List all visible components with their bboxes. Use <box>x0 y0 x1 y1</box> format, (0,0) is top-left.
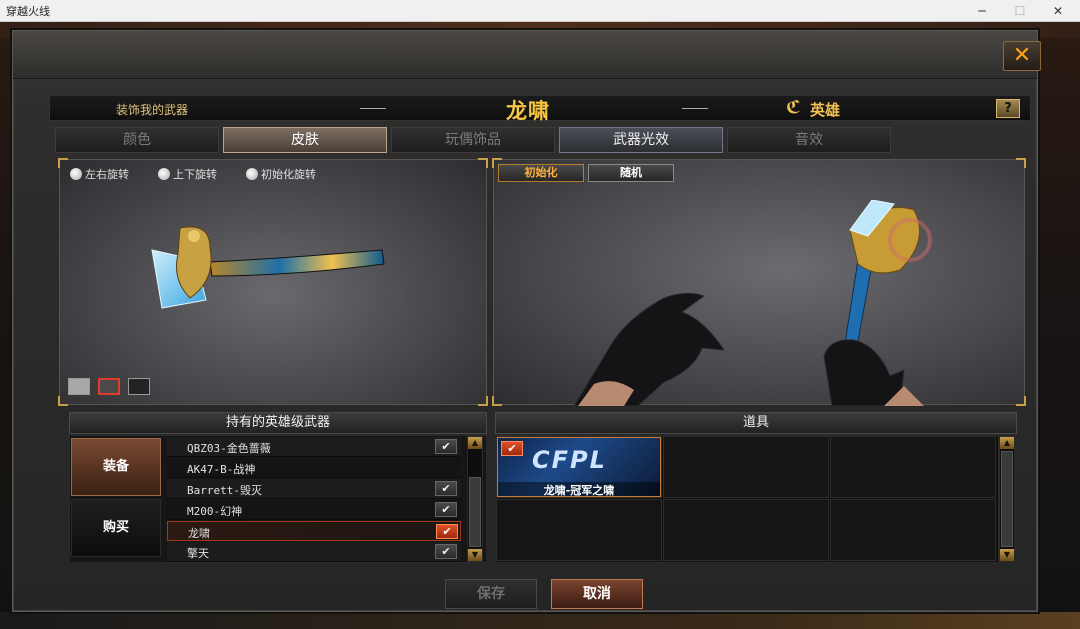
reset-rotation-label: 初始化旋转 <box>261 168 316 181</box>
tab-color[interactable]: 颜色 <box>55 127 219 153</box>
items-header: 道具 <box>495 412 1017 434</box>
cancel-button[interactable]: 取消 <box>551 579 643 609</box>
dialog-top-bar <box>13 31 1037 79</box>
background-footer-strip <box>0 612 1080 629</box>
header-divider <box>682 108 708 109</box>
buy-button[interactable]: 购买 <box>71 499 161 557</box>
weapon-name: 龙啸 <box>188 527 210 540</box>
hero-grade-icon: ℭ <box>786 97 801 118</box>
window-close-button[interactable]: ✕ <box>1038 0 1078 22</box>
owned-weapons-header: 持有的英雄级武器 <box>69 412 487 434</box>
scroll-thumb[interactable] <box>1001 451 1013 547</box>
tab-sound[interactable]: 音效 <box>727 127 891 153</box>
equipped-check-icon[interactable]: ✔ <box>435 439 457 454</box>
random-button[interactable]: 随机 <box>588 164 674 182</box>
equipped-check-icon[interactable]: ✔ <box>435 481 457 496</box>
weapons-scrollbar[interactable]: ▲ ▼ <box>467 436 483 562</box>
item-slot[interactable] <box>496 499 662 561</box>
equip-button[interactable]: 装备 <box>71 438 161 496</box>
item-card[interactable]: CFPL ✔ 龙啸-冠军之啸 <box>497 437 661 497</box>
first-person-preview-panel[interactable]: 初始化 随机 <box>492 158 1026 406</box>
mouse-icon <box>70 168 82 180</box>
scroll-down-icon[interactable]: ▼ <box>468 549 482 561</box>
frame-corner <box>492 396 502 406</box>
frame-corner <box>478 158 488 168</box>
items-scrollbar[interactable]: ▲ ▼ <box>999 436 1015 562</box>
weapon-name-title: 龙啸 <box>506 99 550 123</box>
background-swatch-light[interactable] <box>68 378 90 395</box>
tab-skin[interactable]: 皮肤 <box>223 127 387 153</box>
reset-rotation-control[interactable]: 初始化旋转 <box>246 166 316 182</box>
help-button[interactable]: ? <box>996 99 1020 118</box>
mouse-icon <box>158 168 170 180</box>
weapon-decoration-dialog: ✕ 装饰我的武器 龙啸 ℭ 英雄 ? 颜色 皮肤 玩偶饰品 武器光效 音效 左右… <box>12 30 1041 612</box>
dialog-close-button[interactable]: ✕ <box>1003 41 1041 71</box>
reset-view-button[interactable]: 初始化 <box>498 164 584 182</box>
weapon-name: Barrett-毁灭 <box>187 484 262 497</box>
item-slot[interactable] <box>830 436 996 498</box>
weapon-name: 擎天 <box>187 547 209 560</box>
scroll-down-icon[interactable]: ▼ <box>1000 549 1014 561</box>
item-slot[interactable] <box>830 499 996 561</box>
save-button[interactable]: 保存 <box>445 579 537 609</box>
close-icon: ✕ <box>1012 43 1032 68</box>
gloved-hands-model <box>573 200 932 406</box>
weapon-name: M200-幻神 <box>187 505 243 518</box>
item-name: 龙啸-冠军之啸 <box>498 482 660 496</box>
weapon-name: QBZ03-金色蔷薇 <box>187 442 271 455</box>
frame-corner <box>58 396 68 406</box>
maximize-button[interactable]: ☐ <box>1000 0 1040 22</box>
item-slot[interactable] <box>663 499 829 561</box>
equipped-check-icon[interactable]: ✔ <box>435 544 457 559</box>
item-logo: CFPL <box>532 446 607 474</box>
minimize-button[interactable]: ─ <box>962 0 1002 22</box>
frame-corner <box>58 158 68 168</box>
item-slot[interactable] <box>663 436 829 498</box>
scroll-up-icon[interactable]: ▲ <box>1000 437 1014 449</box>
weapon-row[interactable]: Barrett-毁灭 ✔ <box>167 479 461 499</box>
rotate-vertical-control[interactable]: 上下旋转 <box>158 166 217 182</box>
weapon-row[interactable]: QBZ03-金色蔷薇 ✔ <box>167 437 461 457</box>
background-swatch-medium-selected[interactable] <box>98 378 120 395</box>
background-swatch-dark[interactable] <box>128 378 150 395</box>
tab-doll-accessory[interactable]: 玩偶饰品 <box>391 127 555 153</box>
header-left-label: 装饰我的武器 <box>116 103 189 117</box>
equipped-check-icon[interactable]: ✔ <box>435 502 457 517</box>
frame-corner <box>1016 158 1026 168</box>
tab-weapon-effects[interactable]: 武器光效 <box>559 127 723 153</box>
weapon-row[interactable]: M200-幻神 ✔ <box>167 500 461 520</box>
scroll-thumb[interactable] <box>469 477 481 547</box>
weapon-row[interactable]: AK47-B-战神 <box>167 458 461 478</box>
mouse-icon <box>246 168 258 180</box>
weapon-row[interactable]: 擎天 ✔ <box>167 542 461 562</box>
weapon-name: AK47-B-战神 <box>187 463 256 476</box>
header-divider <box>360 108 386 109</box>
dragon-axe-model <box>151 226 385 309</box>
rotate-horizontal-control[interactable]: 左右旋转 <box>70 166 129 182</box>
rotate-vertical-label: 上下旋转 <box>173 168 217 181</box>
window-title: 穿越火线 <box>6 5 50 18</box>
scroll-up-icon[interactable]: ▲ <box>468 437 482 449</box>
os-titlebar: 穿越火线 ─ ☐ ✕ <box>0 0 1080 22</box>
selected-check-icon[interactable]: ✔ <box>501 441 523 456</box>
rotate-horizontal-label: 左右旋转 <box>85 168 129 181</box>
frame-corner <box>478 396 488 406</box>
dialog-header: 装饰我的武器 龙啸 ℭ 英雄 ? <box>49 95 1031 123</box>
weapon-row-selected[interactable]: 龙啸 ✔ <box>167 521 461 541</box>
selected-check-icon[interactable]: ✔ <box>436 524 458 539</box>
weapon-preview-panel[interactable]: 左右旋转 上下旋转 初始化旋转 <box>58 158 488 406</box>
frame-corner <box>1016 396 1026 406</box>
hero-grade-label: 英雄 <box>810 101 841 119</box>
